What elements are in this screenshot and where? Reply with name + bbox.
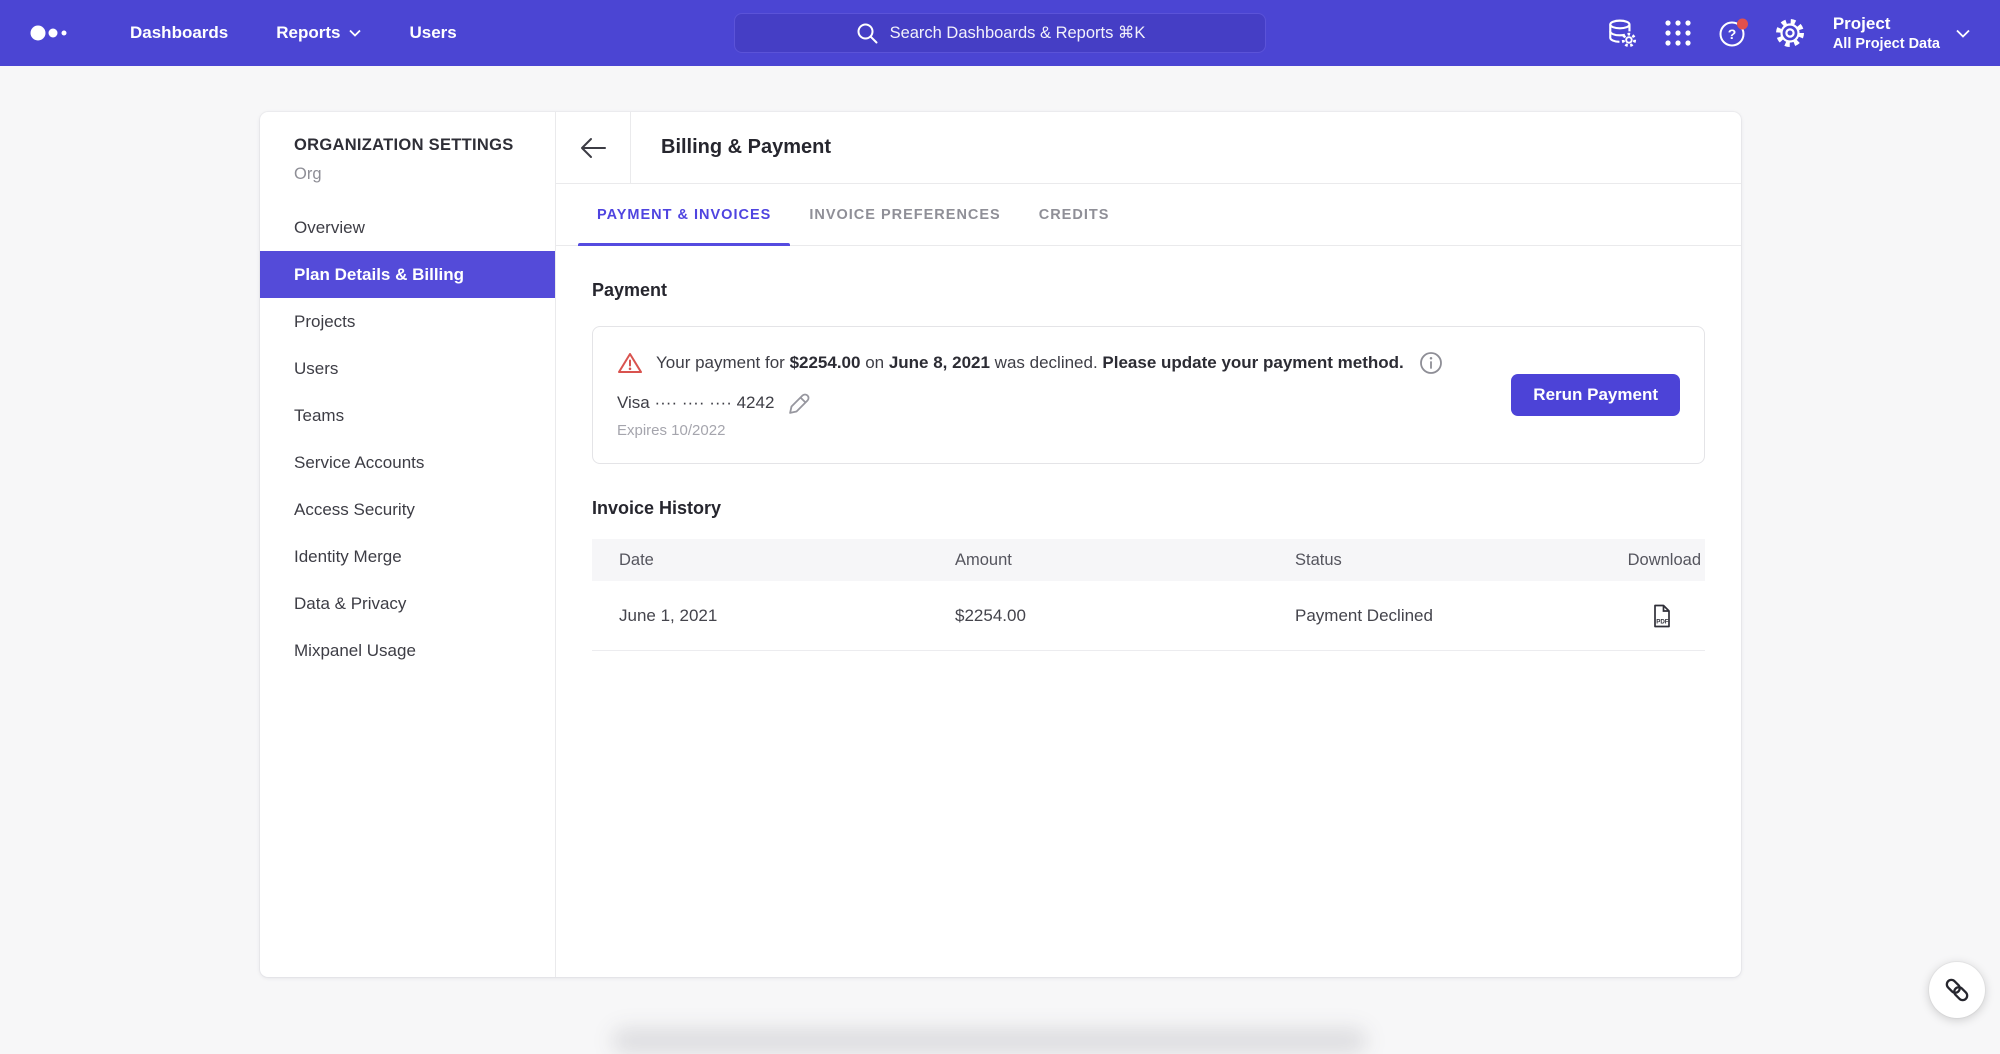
arrow-left-icon	[576, 134, 610, 162]
sidebar-header: ORGANIZATION SETTINGS Org	[260, 136, 555, 184]
sidebar-item-users[interactable]: Users	[260, 345, 555, 392]
top-navbar: Dashboards Reports Users Search Dashboar…	[0, 0, 2000, 66]
project-label: Project	[1833, 13, 1940, 34]
card-expiry: Expires 10/2022	[617, 422, 1680, 439]
sidebar-item-projects[interactable]: Projects	[260, 298, 555, 345]
chevron-down-icon	[1956, 29, 1970, 38]
col-date: Date	[592, 551, 955, 570]
info-icon	[1419, 351, 1443, 375]
declined-date: June 8, 2021	[889, 353, 990, 372]
search-placeholder: Search Dashboards & Reports ⌘K	[890, 23, 1146, 43]
sidebar-item-teams[interactable]: Teams	[260, 392, 555, 439]
help-icon: ?	[1717, 17, 1751, 49]
pdf-file-icon: PDF	[1647, 602, 1675, 630]
settings-panel: ORGANIZATION SETTINGS Org Overview Plan …	[260, 112, 1741, 977]
sidebar-item-overview[interactable]: Overview	[260, 204, 555, 251]
database-gear-icon	[1606, 17, 1638, 49]
nav-users-label: Users	[409, 23, 456, 43]
sidebar-item-data-privacy[interactable]: Data & Privacy	[260, 580, 555, 627]
sidebar-item-identity-merge[interactable]: Identity Merge	[260, 533, 555, 580]
nav-dashboards-label: Dashboards	[130, 23, 228, 43]
payment-declined-alert: Your payment for $2254.00 on June 8, 202…	[617, 351, 1680, 375]
project-switcher[interactable]: Project All Project Data	[1833, 13, 1970, 52]
invoice-status: Payment Declined	[1295, 606, 1575, 626]
alert-message: Your payment for $2254.00 on June 8, 202…	[656, 353, 1404, 373]
tab-credits[interactable]: CREDITS	[1020, 184, 1129, 245]
card-number: Visa ···· ···· ···· 4242	[617, 393, 774, 413]
invoice-history-title: Invoice History	[592, 498, 1705, 519]
download-pdf-button[interactable]: PDF	[1647, 602, 1675, 630]
mixpanel-dots-icon	[30, 24, 76, 42]
page-bottom-shadow	[612, 1028, 1367, 1054]
chevron-down-icon	[349, 29, 361, 37]
tab-content: Payment Your payment for $2254.00 on Jun…	[556, 246, 1741, 977]
svg-text:PDF: PDF	[1656, 618, 1669, 625]
alert-action-text: Please update your payment method.	[1102, 353, 1403, 372]
nav-users[interactable]: Users	[409, 23, 456, 43]
settings-button[interactable]	[1773, 16, 1807, 50]
mixpanel-logo[interactable]	[30, 24, 76, 42]
billing-main: Billing & Payment PAYMENT & INVOICES INV…	[556, 112, 1741, 977]
org-settings-sidebar: ORGANIZATION SETTINGS Org Overview Plan …	[260, 112, 556, 977]
sidebar-section-title: ORGANIZATION SETTINGS	[294, 136, 521, 155]
payment-method-card: Your payment for $2254.00 on June 8, 202…	[592, 326, 1705, 464]
sidebar-item-mixpanel-usage[interactable]: Mixpanel Usage	[260, 627, 555, 674]
page-title: Billing & Payment	[661, 136, 831, 159]
sidebar-item-access-security[interactable]: Access Security	[260, 486, 555, 533]
sidebar-nav: Overview Plan Details & Billing Projects…	[260, 204, 555, 674]
notification-badge	[1737, 19, 1748, 30]
invoice-table: Date Amount Status Download June 1, 2021…	[592, 539, 1705, 651]
navbar-right: ? Project All Project Data	[1583, 13, 1970, 52]
project-name: All Project Data	[1833, 35, 1940, 53]
org-name: Org	[294, 165, 521, 184]
nav-dashboards[interactable]: Dashboards	[130, 23, 228, 43]
apps-grid-button[interactable]	[1661, 16, 1695, 50]
grid-dots-icon	[1663, 18, 1693, 48]
warning-triangle-icon	[617, 351, 643, 375]
col-status: Status	[1295, 551, 1575, 570]
nav-reports-label: Reports	[276, 23, 340, 43]
billing-tabs: PAYMENT & INVOICES INVOICE PREFERENCES C…	[556, 184, 1741, 246]
declined-amount: $2254.00	[790, 353, 861, 372]
tab-payment-invoices[interactable]: PAYMENT & INVOICES	[578, 184, 790, 245]
global-search[interactable]: Search Dashboards & Reports ⌘K	[734, 13, 1266, 53]
invoice-amount: $2254.00	[955, 606, 1295, 626]
invoice-row: June 1, 2021 $2254.00 Payment Declined P…	[592, 581, 1705, 651]
svg-text:?: ?	[1728, 26, 1737, 42]
search-icon	[855, 21, 879, 45]
link-icon	[1942, 975, 1972, 1005]
invoice-table-header: Date Amount Status Download	[592, 539, 1705, 581]
data-management-button[interactable]	[1605, 16, 1639, 50]
tab-invoice-preferences[interactable]: INVOICE PREFERENCES	[790, 184, 1019, 245]
col-amount: Amount	[955, 551, 1295, 570]
sidebar-item-plan-details-billing[interactable]: Plan Details & Billing	[260, 251, 555, 298]
invoice-history-section: Invoice History Date Amount Status Downl…	[592, 498, 1705, 651]
nav-reports[interactable]: Reports	[276, 23, 361, 43]
info-button[interactable]	[1419, 351, 1443, 375]
payment-section-title: Payment	[592, 280, 1705, 301]
copy-link-button[interactable]	[1929, 962, 1985, 1018]
gear-icon	[1774, 17, 1806, 49]
edit-card-button[interactable]	[788, 391, 812, 415]
sidebar-item-service-accounts[interactable]: Service Accounts	[260, 439, 555, 486]
col-download: Download	[1575, 551, 1705, 570]
invoice-date: June 1, 2021	[592, 606, 955, 626]
help-button[interactable]: ?	[1717, 16, 1751, 50]
rerun-payment-button[interactable]: Rerun Payment	[1511, 374, 1680, 416]
pencil-icon	[788, 391, 812, 415]
page-header: Billing & Payment	[556, 112, 1741, 184]
project-text: Project All Project Data	[1833, 13, 1940, 52]
back-button[interactable]	[556, 112, 631, 183]
